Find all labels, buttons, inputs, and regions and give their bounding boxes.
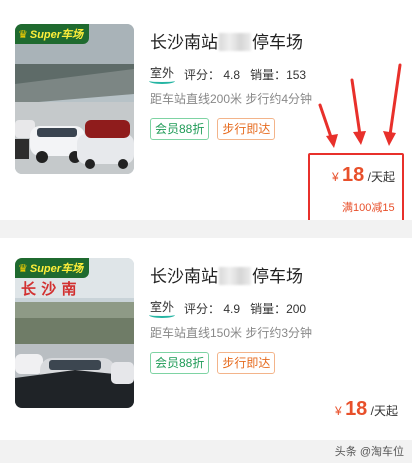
badge-label: Super车场 [29,29,84,41]
rating-label: 评分： [184,301,221,316]
distance-info: 距车站直线200米 步行约4分钟 [150,92,313,106]
parking-lot-image: 长 沙 南 [15,258,134,408]
price-value: 18 [342,164,365,186]
price: ¥ 18 /天起 [335,398,398,421]
badge-label: Super车场 [29,263,84,275]
title-suffix: 停车场 [252,33,303,52]
rating: 评分： 4.8 [184,66,240,83]
currency-symbol: ¥ [332,170,339,184]
listing-title[interactable]: 长沙南站 停车场 [150,262,303,287]
title-prefix: 长沙南站 [150,33,218,52]
rating-value: 4.8 [223,67,241,82]
price-unit: /天起 [370,404,398,418]
parking-listing-card[interactable]: ♛ Super车场 长沙南站 停车场 室外 评分： 4.8 销量：153 距车站直… [0,0,412,223]
listing-title[interactable]: 长沙南站 停车场 [150,28,303,53]
currency-symbol: ¥ [335,404,342,418]
blurred-text [219,267,251,285]
member-discount-tag: 会员88折 [150,118,210,140]
super-parking-badge: ♛ Super车场 [15,24,90,44]
price: ¥ 18 /天起 [332,164,395,187]
walk-access-tag: 步行即达 [217,352,276,374]
parking-lot-photo[interactable]: ♛ Super车场 [15,24,134,174]
super-parking-badge: ♛ Super车场 [15,258,90,278]
tag-list: 会员88折 步行即达 [150,352,276,374]
rating: 评分： 4.9 [184,300,240,317]
parking-lot-photo[interactable]: 长 沙 南 ♛ Super车场 [15,258,134,408]
parking-listing-card[interactable]: 长 沙 南 ♛ Super车场 长沙南站 停车场 室外 评分： 4.9 销量：20… [0,238,412,440]
sales: 销量：200 [250,300,306,317]
promo-text: 满100减15 [342,202,395,214]
rating-label: 评分： [184,67,221,82]
rating-value: 4.9 [223,301,241,316]
watermark-text: 头条 @淘车位 [334,446,404,458]
card-separator [0,220,412,238]
title-suffix: 停车场 [252,267,303,286]
crown-icon: ♛ [18,262,28,275]
sales-value: 200 [286,301,307,316]
listing-meta: 室外 评分： 4.9 销量：200 [148,298,306,318]
bottom-bar: 头条 @淘车位 [0,440,412,463]
title-prefix: 长沙南站 [150,267,218,286]
red-arrow-icon [318,63,402,148]
sales-label: 销量： [250,67,287,82]
blurred-text [219,33,251,51]
parking-lot-image [15,24,134,174]
photo-sign-text: 长 沙 南 [21,280,76,298]
sales-label: 销量： [250,301,287,316]
price-highlight-box: ¥ 18 /天起 满100减15 [308,153,404,223]
walk-access-tag: 步行即达 [217,118,276,140]
distance-info: 距车站直线150米 步行约3分钟 [150,326,313,340]
member-discount-tag: 会员88折 [150,352,210,374]
crown-icon: ♛ [18,28,28,41]
tag-list: 会员88折 步行即达 [150,118,276,140]
sales: 销量：153 [250,66,306,83]
environment-label: 室外 [148,298,176,318]
price-unit: /天起 [367,170,395,184]
environment-label: 室外 [148,64,176,84]
listing-meta: 室外 评分： 4.8 销量：153 [148,64,306,84]
price-value: 18 [345,398,368,420]
